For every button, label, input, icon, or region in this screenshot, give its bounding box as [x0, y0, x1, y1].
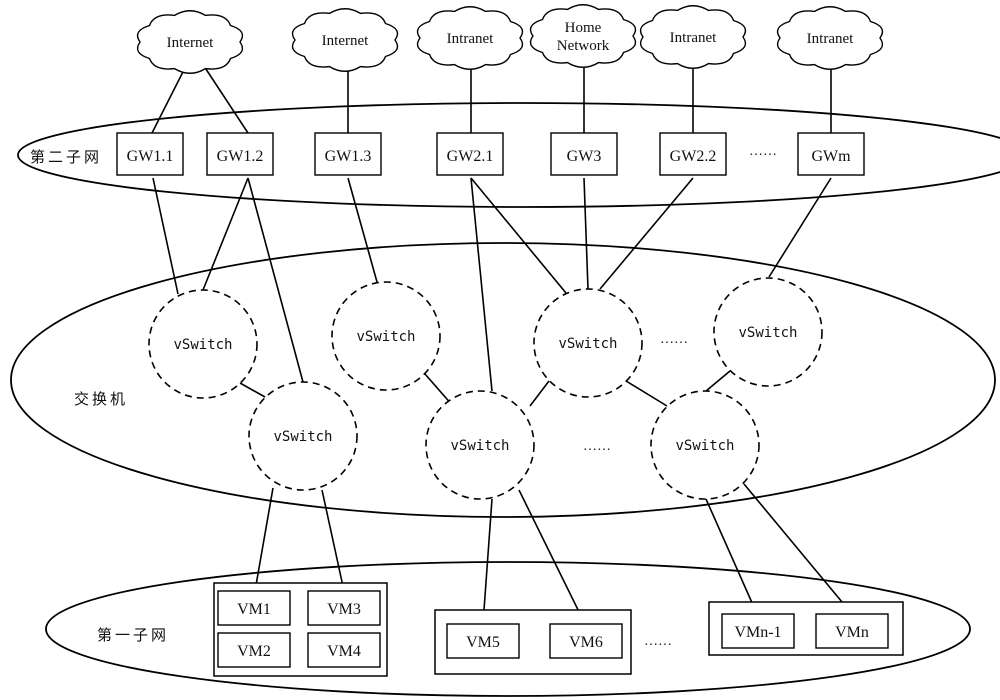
vm-label: VM5	[466, 634, 500, 651]
vm-group-ellipsis: ……	[644, 634, 672, 649]
vm-vm6: VM6	[549, 623, 623, 659]
vswitch-label: vSwitch	[273, 429, 332, 445]
edge-vs7-VMn-1	[705, 498, 758, 615]
edge-c1-gw12	[199, 59, 249, 134]
vswitch-label: vSwitch	[450, 438, 509, 454]
vswitch-vs7: vSwitch	[650, 390, 760, 500]
vswitch-vs2: vSwitch	[248, 381, 358, 491]
gateway-ellipsis: ……	[749, 144, 777, 159]
cloud-icon	[529, 4, 637, 68]
edge-gw21-vs4	[470, 177, 493, 392]
virtual-machines: VM1 VM3 VM2 VM4 VM5 VM6 VMn-1 VMn	[213, 582, 904, 677]
external-networks: Internet Internet Intranet Home Network Intra…	[136, 4, 884, 74]
vswitch-row1-ellipsis: ……	[660, 332, 688, 347]
edge-vs7-VMn	[743, 483, 853, 615]
cloud-label: Intranet	[807, 31, 854, 47]
vm-label: VM2	[237, 643, 271, 660]
cloud-home-network: Home Network	[529, 4, 637, 68]
gateway-label: GW2.1	[447, 148, 494, 165]
edge-vs2-VM3	[321, 489, 345, 592]
cloud-intranet: Intranet	[639, 5, 747, 69]
gateway-label: GW1.1	[127, 148, 174, 165]
edge-vs6-vs7	[705, 370, 731, 392]
cloud-intranet: Intranet	[776, 6, 884, 70]
gateway-label: GWm	[811, 148, 851, 165]
vm-label: VM1	[237, 601, 271, 618]
gateway-label: GW1.3	[325, 148, 372, 165]
gateway-label: GW2.2	[670, 148, 717, 165]
cloud-label: Internet	[322, 33, 369, 49]
vm-vm4: VM4	[307, 632, 381, 668]
vm-label: VM6	[569, 634, 603, 651]
vswitch-row2-ellipsis: ……	[583, 439, 611, 454]
network-topology-diagram: Internet Internet Intranet Home Network Intra…	[10, 4, 1000, 697]
gateway-gw21: GW2.1	[436, 132, 504, 176]
vswitch-vs4: vSwitch	[425, 390, 535, 500]
vswitch-vs5: vSwitch	[533, 288, 643, 398]
switch-layer-label: 交换机	[74, 390, 128, 408]
cloud-label: Home	[565, 20, 602, 36]
gateway-gw12: GW1.2	[206, 132, 274, 176]
vm-vmn-1: VMn-1	[721, 613, 795, 649]
vm-group-g2: VM5 VM6	[434, 609, 632, 675]
vm-vmn: VMn	[815, 613, 889, 649]
vm-group-g3: VMn-1 VMn	[708, 601, 904, 656]
gateway-label: GW3	[567, 148, 602, 165]
edge-vs5-vs4	[529, 380, 550, 407]
vm-label: VMn-1	[734, 624, 781, 641]
cloud-label: Network	[557, 38, 610, 54]
vswitch-label: vSwitch	[356, 329, 415, 345]
cloud-intranet: Intranet	[416, 6, 524, 70]
gateway-gw3: GW3	[550, 132, 618, 176]
edge-vs1-vs2	[239, 382, 266, 398]
edge-gw21-vs5	[470, 177, 567, 294]
vm-vm5: VM5	[446, 623, 520, 659]
vm-vm3: VM3	[307, 590, 381, 626]
edge-gw3-vs5	[583, 177, 589, 290]
vm-label: VM4	[327, 643, 361, 660]
vm-vm2: VM2	[217, 632, 291, 668]
edge-vs5-vs7	[625, 380, 668, 407]
vswitch-label: vSwitch	[173, 337, 232, 353]
vm-vm1: VM1	[217, 590, 291, 626]
first-subnet-label: 第一子网	[97, 626, 169, 644]
edge-gw11-vs1	[152, 177, 179, 295]
vm-group-g1: VM1 VM3 VM2 VM4	[213, 582, 388, 677]
vswitch-vs3: vSwitch	[331, 281, 441, 391]
vswitch-label: vSwitch	[738, 325, 797, 341]
vm-label: VM3	[327, 601, 361, 618]
cloud-label: Intranet	[447, 31, 494, 47]
vswitch-label: vSwitch	[558, 336, 617, 352]
cloud-label: Intranet	[670, 30, 717, 46]
cloud-label: Internet	[167, 35, 214, 51]
vswitch-label: vSwitch	[675, 438, 734, 454]
cloud-internet: Internet	[136, 10, 244, 74]
edge-gw12-vs1	[202, 177, 249, 291]
vswitch-vs1: vSwitch	[148, 289, 258, 399]
gateway-gw13: GW1.3	[314, 132, 382, 176]
edge-vs4-VM6	[518, 489, 586, 625]
edge-gwm-vs6	[768, 177, 832, 278]
edge-gw13-vs3	[347, 177, 378, 283]
vm-label: VMn	[835, 624, 869, 641]
gateway-gw22: GW2.2	[659, 132, 727, 176]
edge-gw22-vs5	[599, 177, 694, 290]
edge-vs2-VM1	[254, 487, 274, 592]
gateway-gwm: GWm	[797, 132, 865, 176]
gateway-gw11: GW1.1	[116, 132, 184, 176]
gateway-label: GW1.2	[217, 148, 264, 165]
cloud-internet: Internet	[291, 8, 399, 72]
second-subnet-label: 第二子网	[30, 148, 102, 166]
vswitch-vs6: vSwitch	[713, 277, 823, 387]
